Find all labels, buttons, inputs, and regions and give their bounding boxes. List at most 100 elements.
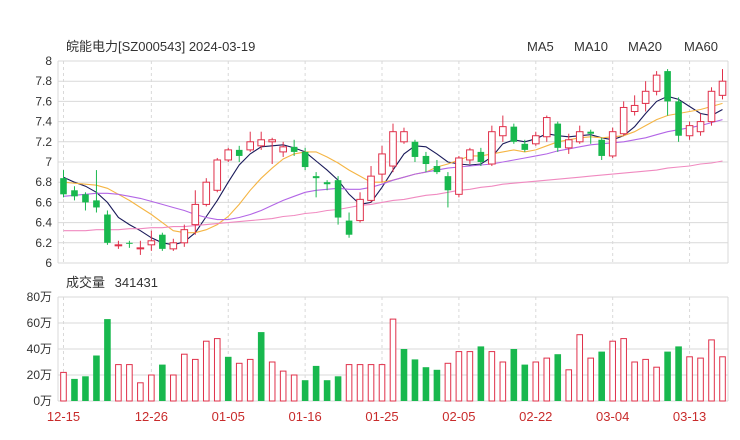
candle-body <box>301 151 309 168</box>
candle-body <box>191 203 200 226</box>
candle <box>455 155 463 198</box>
candle-body <box>82 194 89 203</box>
volume-bar <box>246 358 254 402</box>
date-label: 03-13 <box>673 409 706 424</box>
volume-bar <box>675 346 682 401</box>
volume-bar <box>543 357 551 402</box>
candle-body <box>356 198 364 222</box>
volume-bar <box>422 367 430 401</box>
volume-value: 341431 <box>115 275 158 290</box>
candle <box>422 151 430 173</box>
candle-body <box>433 166 441 173</box>
volume-bar <box>235 362 243 402</box>
candle-body <box>664 71 671 102</box>
candle-body <box>675 101 682 136</box>
volume-bar <box>554 354 562 401</box>
candle-body <box>378 153 386 175</box>
candle <box>675 97 682 142</box>
volume-bar <box>389 318 397 402</box>
candle <box>575 125 584 144</box>
volume-bar <box>598 351 605 401</box>
volume-label: 成交量 <box>66 275 105 290</box>
candle-body <box>202 181 211 205</box>
candle-body <box>147 240 156 246</box>
candle-body <box>246 141 255 151</box>
volume-tick-label: 20万 <box>27 368 52 382</box>
price-tick-label: 7 <box>45 155 52 169</box>
volume-bar <box>686 356 693 402</box>
candle-body <box>696 121 705 133</box>
price-tick-label: 6.8 <box>35 175 52 189</box>
volume-bar <box>444 362 452 402</box>
candle-body <box>564 139 573 149</box>
candle-body <box>466 149 474 161</box>
volume-bar <box>499 361 507 402</box>
candle <box>180 224 189 247</box>
candle-body <box>521 143 529 150</box>
candle <box>367 166 375 203</box>
candle-body <box>279 146 287 153</box>
volume-bar <box>334 376 342 401</box>
date-label: 01-05 <box>212 409 245 424</box>
price-tick-label: 8 <box>45 54 52 68</box>
candle-body <box>652 74 661 92</box>
candle <box>411 139 419 162</box>
volume-tick-label: 0万 <box>33 394 52 408</box>
volume-bar <box>82 376 89 401</box>
candle <box>202 178 211 207</box>
candle-body <box>608 131 617 157</box>
candle-body <box>334 180 342 218</box>
candle-body <box>542 117 551 138</box>
candle-body <box>685 125 694 137</box>
volume-bar <box>181 353 188 402</box>
candle-body <box>136 247 145 250</box>
volume-bar <box>323 380 331 401</box>
candle <box>664 69 671 116</box>
candle-body <box>180 229 189 244</box>
candle <box>169 238 178 251</box>
candle-body <box>488 131 496 165</box>
volume-bar <box>488 351 496 402</box>
volume-tick-label: 80万 <box>27 290 52 304</box>
candle <box>510 123 518 144</box>
candle-body <box>619 106 628 135</box>
candle-body <box>598 139 605 156</box>
volume-bar <box>257 332 265 401</box>
candle <box>630 95 639 116</box>
candle <box>477 147 485 167</box>
volume-bar <box>345 364 353 402</box>
candle <box>71 186 78 201</box>
candle-body <box>268 139 276 143</box>
candle <box>696 113 705 136</box>
volume-bar <box>400 349 408 401</box>
volume-bar <box>137 382 144 402</box>
volume-bar <box>268 361 276 402</box>
volume-bar <box>510 349 518 401</box>
candle-body <box>641 90 650 104</box>
candle-body <box>554 123 562 148</box>
volume-bar <box>356 364 364 402</box>
candle-body <box>707 90 716 123</box>
candle <box>718 69 727 100</box>
candle <box>334 176 342 225</box>
volume-bar <box>159 364 166 401</box>
candle-body <box>323 182 331 185</box>
candle <box>82 192 89 211</box>
candle-body <box>312 176 320 179</box>
candle-body <box>159 234 166 249</box>
candle <box>147 230 156 251</box>
candle <box>652 71 661 96</box>
candle-body <box>422 155 430 165</box>
volume-tick-label: 40万 <box>27 342 52 356</box>
candle <box>619 101 628 136</box>
volume-bar <box>719 356 726 402</box>
volume-bar <box>60 371 67 402</box>
stock-chart: 皖能电力[SZ000543] 2024-03-19 MA5 MA10 MA20 … <box>27 39 729 424</box>
candle <box>531 131 540 146</box>
date-label: 01-16 <box>289 409 322 424</box>
volume-bar <box>653 366 660 402</box>
candle <box>159 232 166 251</box>
candle-body <box>93 200 100 208</box>
date-label: 12-15 <box>47 409 80 424</box>
candle <box>356 192 364 223</box>
